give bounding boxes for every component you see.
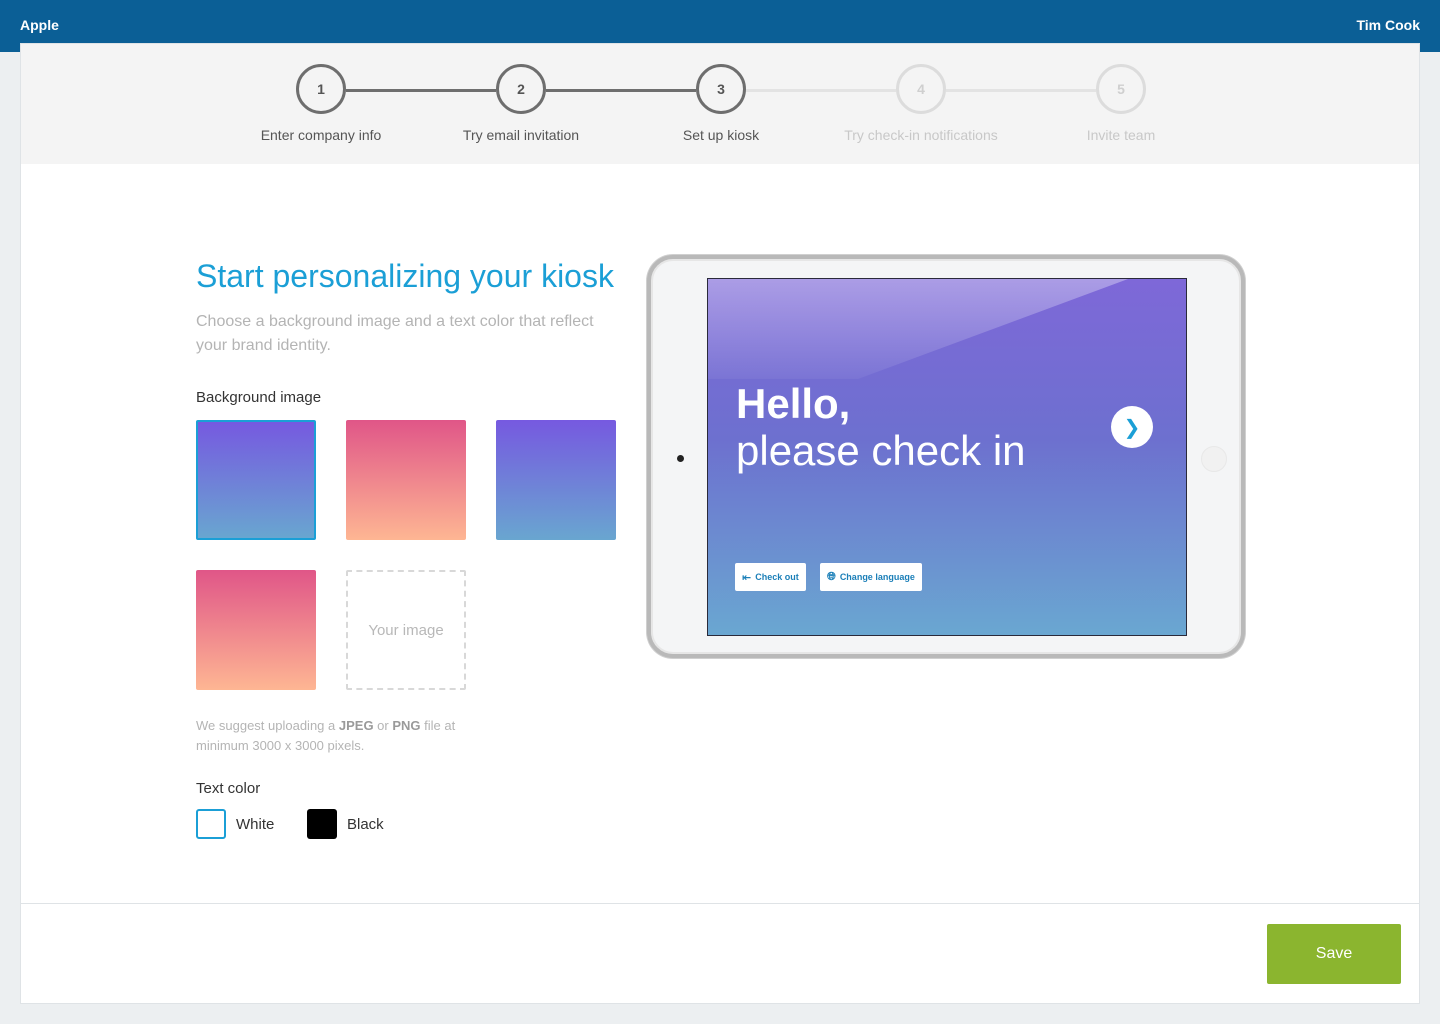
checkout-label: Check out <box>755 572 799 582</box>
footer-divider <box>21 903 1419 904</box>
setup-card: 1 Enter company info 2 Try email invitat… <box>20 43 1420 1004</box>
background-swatch[interactable] <box>346 420 466 540</box>
step-label: Enter company info <box>260 127 382 143</box>
preview-next-button: ❯ <box>1111 406 1153 448</box>
text-color-label-white: White <box>236 815 275 833</box>
upload-image-label: Your image <box>368 621 444 639</box>
preview-language-button: 🌐︎ Change language <box>820 563 922 591</box>
hint-format-jpeg: JPEG <box>338 718 374 733</box>
sign-out-icon: ⇤ <box>742 571 752 584</box>
company-name[interactable]: Apple <box>20 17 59 33</box>
white-color-box[interactable] <box>196 809 226 839</box>
hint-format-png: PNG <box>392 718 421 733</box>
text-color-label: Text color <box>196 780 261 797</box>
kiosk-preview-device: Hello, please check in ❯ ⇤ Check out 🌐︎ … <box>647 255 1245 658</box>
kiosk-preview-screen: Hello, please check in ❯ ⇤ Check out 🌐︎ … <box>707 278 1187 636</box>
step-1[interactable]: 1 Enter company info <box>221 64 421 143</box>
upload-image-button[interactable]: Your image <box>346 570 466 690</box>
text-color-label-black: Black <box>347 815 384 833</box>
progress-stepper: 1 Enter company info 2 Try email invitat… <box>21 44 1419 164</box>
preview-prompt: please check in <box>736 427 1026 474</box>
upload-hint: We suggest uploading a JPEG or PNG file … <box>196 716 496 756</box>
camera-dot <box>677 455 684 462</box>
save-button[interactable]: Save <box>1267 924 1401 984</box>
background-swatch[interactable] <box>196 420 316 540</box>
globe-icon: 🌐︎ <box>827 570 836 583</box>
step-number: 4 <box>896 64 946 114</box>
step-number: 2 <box>496 64 546 114</box>
step-4: 4 Try check-in notifications <box>821 64 1021 143</box>
step-label: Invite team <box>1086 127 1156 143</box>
background-swatch[interactable] <box>196 570 316 690</box>
background-image-label: Background image <box>196 389 322 406</box>
step-number: 1 <box>296 64 346 114</box>
text-color-black-option[interactable]: Black <box>307 809 384 839</box>
black-color-box[interactable] <box>307 809 337 839</box>
step-label: Try check-in notifications <box>844 127 998 143</box>
hint-or: or <box>373 718 393 733</box>
text-color-white-option[interactable]: White <box>196 809 274 839</box>
step-2[interactable]: 2 Try email invitation <box>421 64 621 143</box>
background-swatch[interactable] <box>496 420 616 540</box>
step-number: 5 <box>1096 64 1146 114</box>
user-name[interactable]: Tim Cook <box>1356 17 1420 33</box>
step-label: Set up kiosk <box>682 127 760 143</box>
step-label: Try email invitation <box>462 127 580 143</box>
change-language-label: Change language <box>839 572 915 582</box>
preview-checkout-button: ⇤ Check out <box>735 563 806 591</box>
home-button <box>1201 446 1227 472</box>
chevron-right-icon: ❯ <box>1123 416 1141 439</box>
step-3[interactable]: 3 Set up kiosk <box>621 64 821 143</box>
step-number: 3 <box>696 64 746 114</box>
preview-greeting: Hello, <box>736 380 851 427</box>
step-5: 5 Invite team <box>1021 64 1221 143</box>
hint-prefix: We suggest uploading a <box>196 718 339 733</box>
page-subtitle: Choose a background image and a text col… <box>196 313 594 354</box>
page-title: Start personalizing your kiosk <box>196 258 614 294</box>
screen-highlight <box>708 279 1128 379</box>
